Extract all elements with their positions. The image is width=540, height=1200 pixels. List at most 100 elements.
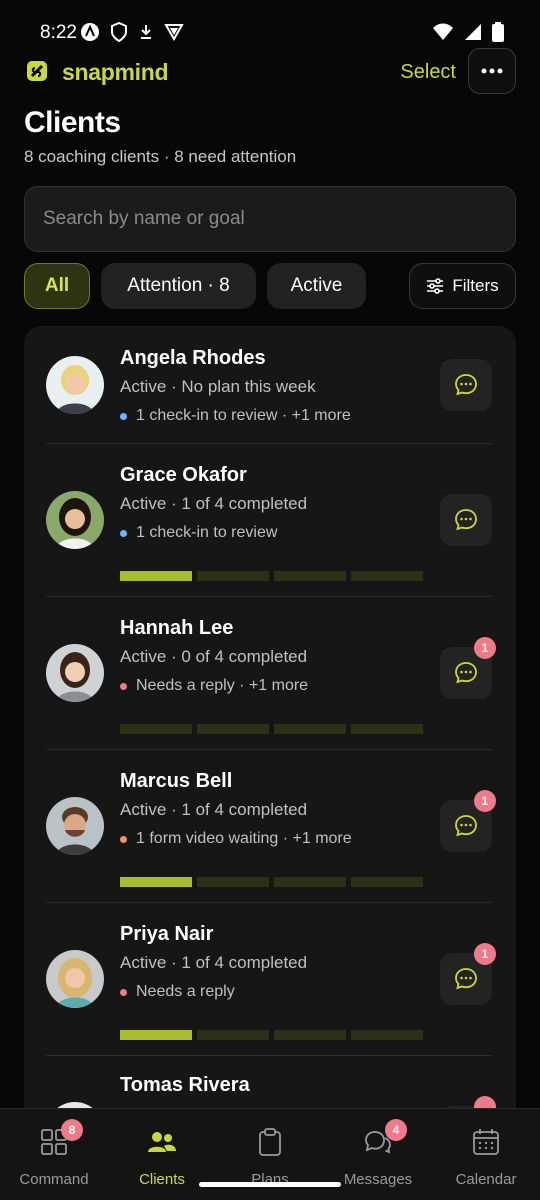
progress-segment <box>197 724 269 734</box>
client-row[interactable]: Marcus Bell Active · 1 of 4 completed 1 … <box>46 750 496 903</box>
plan-progress <box>120 877 423 887</box>
clipboard-icon <box>259 1128 281 1156</box>
client-note-text: 1 check-in to review · +1 more <box>136 407 351 424</box>
client-row[interactable]: Priya Nair Active · 1 of 4 completed Nee… <box>46 903 496 1056</box>
clients-list: Angela Rhodes Active · No plan this week… <box>24 326 516 1126</box>
chat-icon <box>455 968 477 990</box>
client-name: Hannah Lee <box>120 617 234 639</box>
client-note: 1 check-in to review · +1 more <box>120 407 351 425</box>
unread-badge: 1 <box>474 637 496 659</box>
progress-segment <box>351 571 423 581</box>
search-box[interactable] <box>24 186 516 252</box>
filter-chip-active[interactable]: Active <box>267 263 366 309</box>
avatar <box>46 644 104 702</box>
nav-label: Command <box>19 1171 89 1188</box>
filters-label: Filters <box>452 276 499 295</box>
app-notification-icon <box>81 23 99 41</box>
chat-icon <box>455 815 477 837</box>
plan-progress <box>120 571 423 581</box>
client-note-text: 1 check-in to review <box>136 524 278 541</box>
avatar <box>46 491 104 549</box>
client-status: Active · 1 of 4 completed <box>120 494 308 513</box>
app-header: snapmind Select <box>24 48 516 96</box>
client-row[interactable]: Angela Rhodes Active · No plan this week… <box>46 326 492 444</box>
chat-icon <box>455 662 477 684</box>
filters-button[interactable]: Filters <box>409 263 516 309</box>
client-status: Active · 1 of 4 completed <box>120 800 308 819</box>
nav-label: Calendar <box>455 1171 517 1188</box>
client-name: Priya Nair <box>120 923 214 945</box>
message-button[interactable] <box>440 359 492 411</box>
nav-calendar[interactable]: Calendar <box>432 1109 540 1200</box>
client-note: 1 check-in to review <box>120 524 277 542</box>
client-status: Active · 0 of 4 completed <box>120 647 308 666</box>
wifi-icon <box>433 23 453 40</box>
progress-segment <box>274 724 346 734</box>
progress-segment <box>120 571 192 581</box>
filter-chips: All Attention · 8 Active Filters <box>24 263 516 309</box>
progress-segment <box>197 571 269 581</box>
page-title: Clients <box>24 106 121 139</box>
client-row[interactable]: Hannah Lee Active · 0 of 4 completed Nee… <box>46 597 496 750</box>
more-horizontal-icon <box>481 68 503 74</box>
client-status: Active · No plan this week <box>120 377 316 396</box>
shield-icon <box>111 22 127 42</box>
client-note-text: Needs a reply <box>136 983 235 1000</box>
progress-segment <box>274 877 346 887</box>
client-note-text: Needs a reply · +1 more <box>136 677 309 694</box>
plan-progress <box>120 724 423 734</box>
sliders-icon <box>427 278 444 294</box>
message-button[interactable]: 1 <box>440 790 496 852</box>
filter-chip-all[interactable]: All <box>24 263 90 309</box>
progress-segment <box>351 724 423 734</box>
nav-badge: 4 <box>385 1119 407 1141</box>
brand-name: snapmind <box>62 58 169 85</box>
search-input[interactable] <box>43 208 497 230</box>
message-button[interactable]: 1 <box>440 943 496 1005</box>
client-name: Tomas Rivera <box>120 1074 250 1096</box>
chat-icon <box>455 509 477 531</box>
progress-segment <box>120 724 192 734</box>
brand: snapmind <box>24 58 169 86</box>
more-options-button[interactable] <box>468 48 516 94</box>
unread-badge: 1 <box>474 790 496 812</box>
status-time: 8:22 <box>40 22 77 43</box>
note-dot <box>120 412 127 420</box>
progress-segment <box>120 1030 192 1040</box>
home-indicator[interactable] <box>199 1182 341 1187</box>
filter-chip-attention[interactable]: Attention · 8 <box>101 263 256 309</box>
progress-segment <box>351 1030 423 1040</box>
unread-badge: 1 <box>474 943 496 965</box>
nav-command[interactable]: 8 Command <box>0 1109 108 1200</box>
avatar <box>46 797 104 855</box>
avatar <box>46 356 104 414</box>
bottom-nav: 8 Command Clients Plans 4 Messages Calen… <box>0 1108 540 1200</box>
note-dot <box>120 682 127 690</box>
page-subtitle: 8 coaching clients · 8 need attention <box>24 147 297 166</box>
message-button[interactable]: 1 <box>440 637 496 699</box>
avatar <box>46 950 104 1008</box>
client-note-text: 1 form video waiting · +1 more <box>136 830 352 847</box>
chat-icon <box>455 374 477 396</box>
progress-segment <box>197 877 269 887</box>
note-dot <box>120 529 127 537</box>
snapmind-logo-icon <box>27 61 47 81</box>
people-icon <box>148 1132 176 1152</box>
select-button[interactable]: Select <box>400 61 456 84</box>
progress-segment <box>351 877 423 887</box>
nav-badge: 8 <box>61 1119 83 1141</box>
progress-segment <box>120 877 192 887</box>
nav-label: Messages <box>343 1171 413 1188</box>
progress-segment <box>274 571 346 581</box>
progress-segment <box>274 1030 346 1040</box>
progress-segment <box>197 1030 269 1040</box>
client-name: Angela Rhodes <box>120 347 266 369</box>
vpn-icon <box>164 24 184 41</box>
client-name: Grace Okafor <box>120 464 247 486</box>
note-dot <box>120 988 127 996</box>
message-button[interactable] <box>440 494 492 546</box>
client-row[interactable]: Grace Okafor Active · 1 of 4 completed 1… <box>46 444 492 597</box>
nav-label: Clients <box>139 1171 185 1188</box>
client-note: 1 form video waiting · +1 more <box>120 830 352 848</box>
calendar-icon <box>473 1129 499 1155</box>
